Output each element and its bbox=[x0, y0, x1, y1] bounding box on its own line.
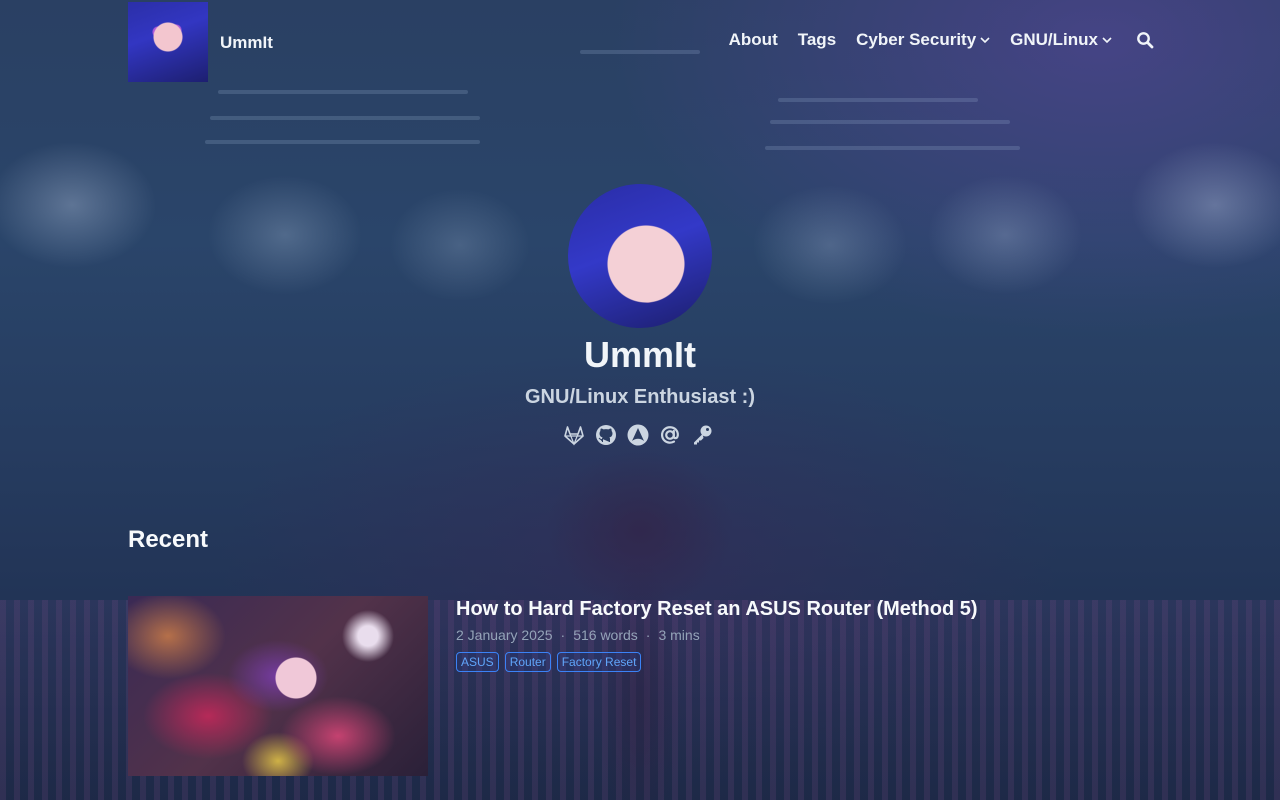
recent-heading: Recent bbox=[128, 526, 209, 553]
logo-avatar[interactable] bbox=[128, 2, 208, 82]
tag-asus[interactable]: ASUS bbox=[456, 652, 499, 672]
hero-name: UmmIt bbox=[583, 334, 696, 375]
meta-separator: · bbox=[560, 627, 566, 643]
site-header: UmmIt About Tags Cyber Security GNU/Linu… bbox=[0, 0, 1280, 84]
nav-about[interactable]: About bbox=[729, 30, 778, 50]
search-icon[interactable] bbox=[1136, 31, 1154, 49]
github-icon[interactable] bbox=[594, 422, 618, 448]
tag-router[interactable]: Router bbox=[504, 652, 551, 672]
nav-tags[interactable]: Tags bbox=[798, 30, 836, 50]
post-title[interactable]: How to Hard Factory Reset an ASUS Router… bbox=[456, 598, 978, 621]
nav-gnu-linux[interactable]: GNU/Linux bbox=[1010, 30, 1112, 50]
arch-linux-icon[interactable] bbox=[626, 422, 650, 448]
post-meta: 2 January 2025 · 516 words · 3 mins bbox=[456, 627, 700, 643]
key-icon[interactable] bbox=[690, 422, 714, 448]
site-title[interactable]: UmmIt bbox=[220, 33, 273, 53]
chevron-down-icon bbox=[980, 37, 990, 44]
profile-avatar bbox=[568, 184, 712, 328]
post-tags: ASUS Router Factory Reset bbox=[456, 652, 642, 672]
meta-separator: · bbox=[645, 627, 651, 643]
nav-tags-label: Tags bbox=[797, 30, 837, 49]
post-reading-time: 3 mins bbox=[658, 627, 700, 643]
nav-gnu-linux-label: GNU/Linux bbox=[1010, 30, 1098, 49]
tag-factory-reset[interactable]: Factory Reset bbox=[556, 652, 642, 672]
post-word-count: 516 words bbox=[573, 627, 638, 643]
nav-about-label: About bbox=[728, 30, 778, 49]
gitlab-icon[interactable] bbox=[562, 422, 586, 448]
post-thumbnail[interactable] bbox=[128, 596, 428, 776]
email-icon[interactable] bbox=[658, 422, 682, 448]
nav-cyber-security[interactable]: Cyber Security bbox=[856, 30, 990, 50]
hero-subtitle: GNU/Linux Enthusiast :) bbox=[525, 386, 755, 408]
post-card: How to Hard Factory Reset an ASUS Router… bbox=[128, 596, 1152, 776]
main-nav: About Tags Cyber Security GNU/Linux bbox=[729, 30, 1154, 50]
nav-cyber-security-label: Cyber Security bbox=[856, 30, 977, 49]
post-date: 2 January 2025 bbox=[456, 627, 553, 643]
chevron-down-icon bbox=[1102, 37, 1112, 44]
social-links bbox=[562, 422, 714, 448]
